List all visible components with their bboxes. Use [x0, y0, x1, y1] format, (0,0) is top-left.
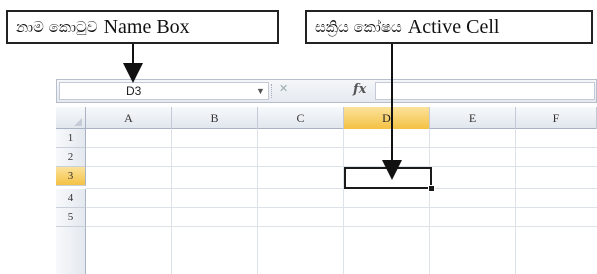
callout-arrows — [123, 44, 402, 180]
